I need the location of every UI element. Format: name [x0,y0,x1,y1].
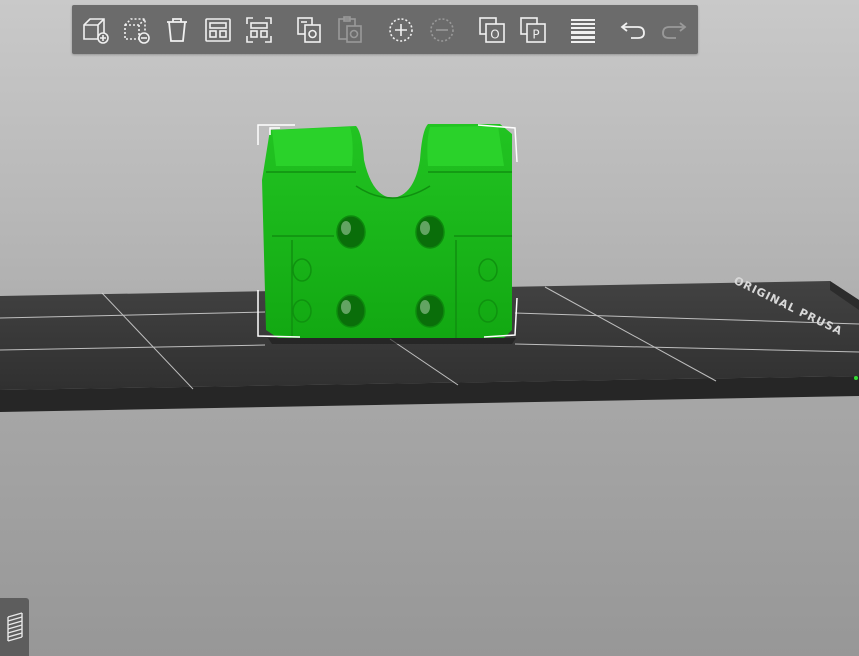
copy-icon [297,17,321,43]
delete-button[interactable] [119,13,153,47]
split-to-objects-button[interactable]: O [475,13,509,47]
delete-all-button[interactable] [160,13,194,47]
paste-icon [338,16,362,43]
arrange-button[interactable] [201,13,235,47]
layer-height-icon [571,19,595,43]
arrange-selection-icon [246,17,272,43]
redo-button[interactable] [657,13,691,47]
add-object-icon [83,18,109,44]
split-to-parts-button[interactable]: P [516,13,550,47]
remove-object-icon [124,18,150,44]
3d-viewport[interactable]: ORIGINAL PRUSA [0,0,859,656]
split-to-objects-icon: O [479,17,505,43]
svg-text:O: O [490,28,499,42]
paste-button[interactable] [333,13,367,47]
add-object-button[interactable] [78,13,112,47]
add-instance-icon [389,18,413,42]
undo-icon [620,22,645,39]
layers-icon [6,612,23,642]
model-object[interactable] [257,124,518,344]
arrange-selection-button[interactable] [242,13,276,47]
undo-button[interactable] [616,13,650,47]
remove-instance-icon [430,18,454,42]
trash-icon [167,18,187,42]
redo-icon [662,22,687,39]
svg-text:P: P [532,28,539,42]
copy-button[interactable] [292,13,326,47]
main-toolbar: O P [72,5,698,54]
arrange-icon [205,18,231,42]
split-to-parts-icon: P [520,17,546,43]
layers-view-button[interactable] [0,598,29,656]
remove-instance-button[interactable] [425,13,459,47]
variable-layer-height-button[interactable] [566,13,600,47]
add-instance-button[interactable] [384,13,418,47]
